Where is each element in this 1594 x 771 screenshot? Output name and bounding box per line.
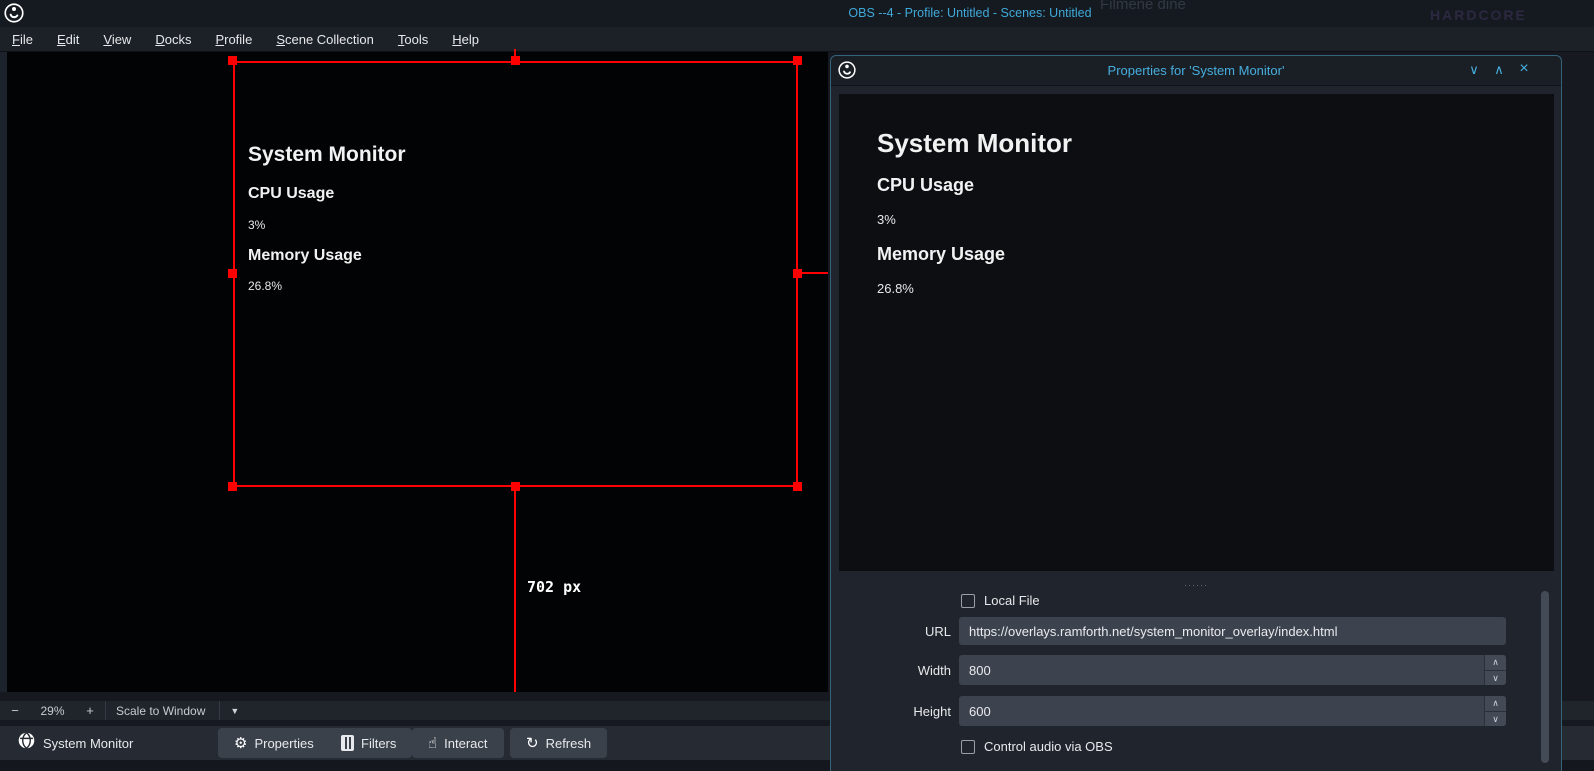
splitter-handle[interactable]: ······ [831, 582, 1561, 588]
control-audio-label: Control audio via OBS [984, 739, 1113, 754]
window-title: OBS --4 - Profile: Untitled - Scenes: Un… [650, 6, 1290, 20]
dialog-source-preview: System Monitor CPU Usage 3% Memory Usage… [839, 94, 1554, 571]
dock-restore-button[interactable]: ∧ [1489, 62, 1509, 78]
control-audio-checkbox[interactable] [961, 740, 975, 754]
dock-float-button[interactable]: ∨ [1464, 62, 1484, 78]
local-file-label: Local File [984, 593, 1040, 608]
url-label: URL [831, 624, 951, 639]
url-input[interactable] [959, 617, 1506, 645]
measurement-label: 702 px [527, 578, 581, 596]
refresh-button-label: Refresh [546, 736, 592, 751]
zoom-in-button[interactable]: + [75, 703, 105, 718]
dialog-title: Properties for 'System Monitor' [831, 63, 1561, 78]
menu-bar: File Edit View Docks Profile Scene Colle… [0, 27, 1594, 52]
interact-button-label: Interact [444, 736, 487, 751]
width-stepper: ∧ ∨ [1484, 655, 1506, 685]
source-selection-rect[interactable] [233, 61, 798, 487]
chevron-down-icon[interactable]: ▼ [220, 706, 249, 716]
resize-handle-top-right[interactable] [793, 56, 802, 65]
control-audio-row: Control audio via OBS [961, 739, 1113, 754]
resize-handle-bottom-left[interactable] [228, 482, 237, 491]
chevron-up-icon[interactable]: ∧ [1484, 696, 1506, 711]
preview-mem-label: Memory Usage [877, 244, 1005, 265]
guide-line-right [798, 272, 828, 274]
refresh-icon: ↻ [526, 734, 539, 752]
hand-pointer-icon: ☝ [428, 734, 437, 752]
background-bleed-text: Filmene dine [1100, 0, 1186, 13]
preview-mem-value: 26.8% [877, 281, 914, 296]
filter-icon [341, 735, 354, 751]
height-label: Height [831, 704, 951, 719]
local-file-checkbox[interactable] [961, 594, 975, 608]
width-label: Width [831, 663, 951, 678]
dock-edge-strip [0, 52, 7, 692]
properties-dialog: Properties for 'System Monitor' ∨ ∧ × Sy… [830, 55, 1562, 771]
selected-source-name: System Monitor [43, 736, 133, 751]
height-input[interactable] [959, 696, 1506, 726]
menu-scene-collection[interactable]: Scene Collection [276, 32, 374, 47]
close-icon[interactable]: × [1514, 60, 1534, 78]
window-titlebar: OBS --4 - Profile: Untitled - Scenes: Un… [0, 0, 1594, 27]
zoom-level: 29% [30, 704, 75, 718]
menu-tools[interactable]: Tools [398, 32, 428, 47]
obs-logo-icon [4, 3, 24, 28]
menu-profile[interactable]: Profile [215, 32, 252, 47]
menu-view[interactable]: View [103, 32, 131, 47]
chevron-down-icon[interactable]: ∨ [1484, 670, 1506, 685]
scale-mode-select[interactable]: Scale to Window [106, 704, 219, 718]
filters-button-label: Filters [361, 736, 396, 751]
menu-file[interactable]: File [12, 32, 33, 47]
menu-help[interactable]: Help [452, 32, 479, 47]
background-bleed-text-right: HARDCORE [1430, 7, 1527, 23]
properties-button-label: Properties [254, 736, 313, 751]
local-file-row: Local File [961, 593, 1040, 608]
chevron-down-icon[interactable]: ∨ [1484, 711, 1506, 726]
preview-cpu-value: 3% [877, 212, 896, 227]
dialog-titlebar[interactable]: Properties for 'System Monitor' ∨ ∧ × [831, 56, 1561, 86]
filters-button[interactable]: Filters [325, 728, 412, 758]
resize-handle-bottom-right[interactable] [793, 482, 802, 491]
chevron-up-icon[interactable]: ∧ [1484, 655, 1506, 670]
menu-docks[interactable]: Docks [155, 32, 191, 47]
resize-handle-top-left[interactable] [228, 56, 237, 65]
properties-button[interactable]: ⚙ Properties [218, 728, 330, 758]
guide-line-top [514, 49, 516, 61]
browser-source-icon [18, 732, 35, 754]
resize-handle-mid-left[interactable] [228, 269, 237, 278]
zoom-out-button[interactable]: − [0, 703, 30, 718]
height-stepper: ∧ ∨ [1484, 696, 1506, 726]
dialog-scrollbar[interactable] [1541, 591, 1549, 763]
menu-edit[interactable]: Edit [57, 32, 79, 47]
interact-button[interactable]: ☝ Interact [412, 728, 504, 758]
refresh-button[interactable]: ↻ Refresh [510, 728, 607, 758]
preview-cpu-label: CPU Usage [877, 175, 974, 196]
gear-icon: ⚙ [234, 734, 247, 752]
width-input[interactable] [959, 655, 1506, 685]
measurement-line [514, 487, 516, 692]
preview-title: System Monitor [877, 128, 1072, 159]
